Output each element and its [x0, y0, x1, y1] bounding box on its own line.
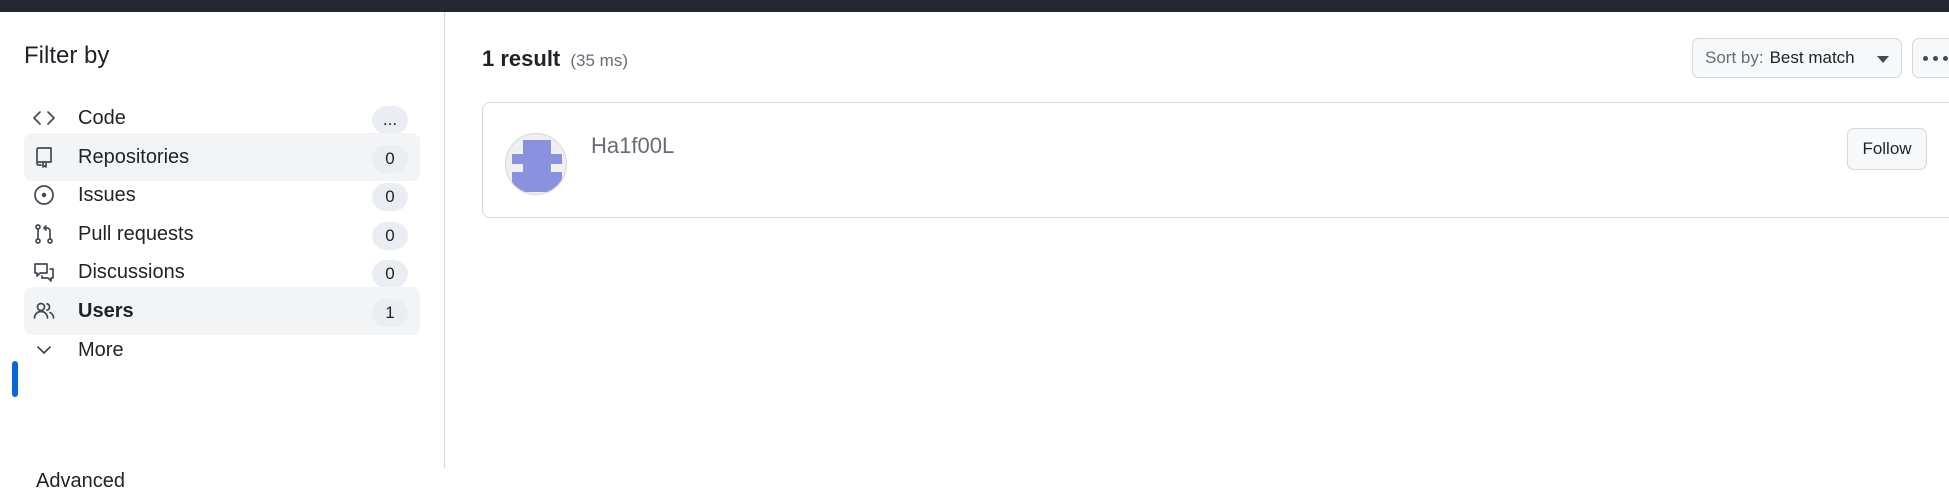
filter-title: Filter by — [24, 42, 110, 69]
count-badge: 0 — [372, 222, 408, 250]
discussion-icon — [32, 260, 56, 284]
result-count: 1 result (35 ms) — [482, 46, 628, 72]
repo-icon — [32, 145, 56, 169]
sidebar-item-label: Code — [78, 107, 126, 129]
pull-request-icon — [32, 222, 56, 246]
count-badge: 0 — [372, 145, 408, 173]
sidebar-item-label: Pull requests — [78, 223, 194, 245]
count-badge: 1 — [372, 299, 408, 327]
search-results: 1 result (35 ms) Sort by: Best match Ha1… — [446, 12, 1949, 468]
sidebar-item-label: Issues — [78, 184, 136, 206]
sidebar-item-more[interactable]: More — [24, 326, 420, 374]
sidebar-item-label: Repositories — [78, 146, 190, 168]
sort-value: Best match — [1769, 48, 1855, 67]
result-time: (35 ms) — [570, 51, 629, 70]
sort-dropdown[interactable]: Sort by: Best match — [1692, 38, 1902, 78]
filter-sidebar: Filter by Code ... Repositories 0 Issues… — [0, 12, 445, 492]
caret-down-icon — [1877, 56, 1889, 63]
sidebar-item-label: Users — [78, 300, 134, 322]
count-badge: 0 — [372, 260, 408, 288]
count-badge: 0 — [372, 183, 408, 211]
sort-prefix: Sort by: — [1705, 48, 1764, 67]
username-link[interactable]: Ha1f00L — [591, 133, 674, 159]
more-options-button[interactable] — [1912, 38, 1949, 78]
selected-indicator — [12, 361, 18, 397]
user-result-card: Ha1f00L Follow — [482, 102, 1949, 218]
result-count-label: 1 result — [482, 46, 561, 71]
chevron-down-icon — [32, 338, 56, 362]
advanced-label[interactable]: Advanced — [36, 470, 125, 493]
issue-icon — [32, 183, 56, 207]
follow-button[interactable]: Follow — [1847, 128, 1927, 170]
count-badge: ... — [372, 106, 408, 134]
code-icon — [32, 106, 56, 130]
sidebar-item-label: More — [78, 339, 124, 361]
avatar[interactable] — [505, 133, 567, 195]
people-icon — [32, 299, 56, 323]
sidebar-item-label: Discussions — [78, 261, 185, 283]
kebab-icon — [1923, 55, 1928, 61]
header-bar — [0, 0, 1949, 12]
